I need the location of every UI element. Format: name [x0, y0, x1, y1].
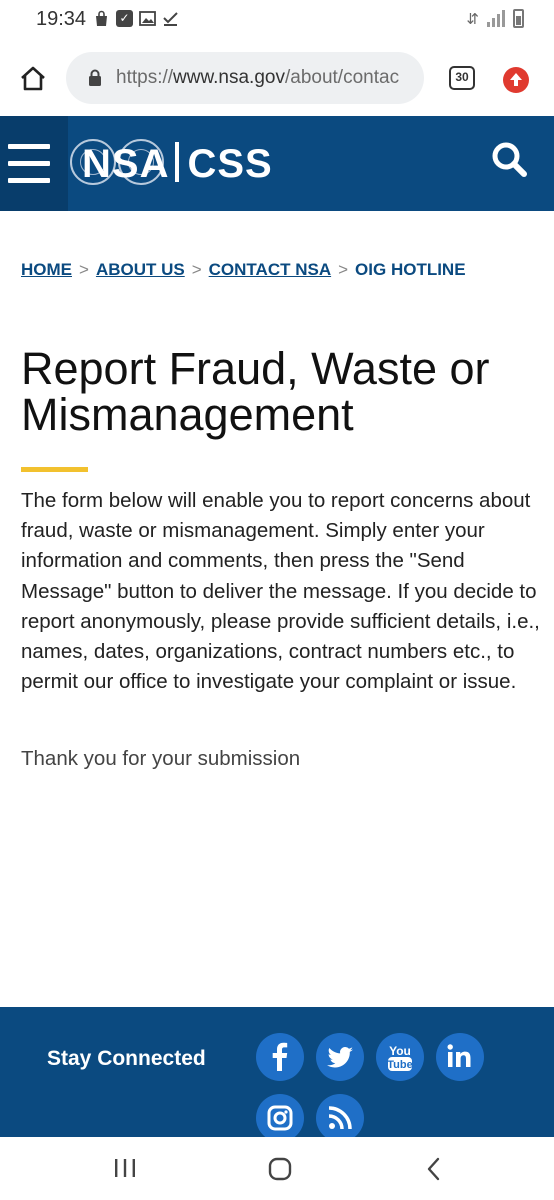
recent-apps-icon	[115, 1159, 135, 1177]
update-button[interactable]	[503, 67, 529, 93]
home-outline-icon	[21, 66, 45, 91]
chevron-right-icon: >	[79, 260, 89, 279]
lock-icon	[89, 69, 101, 86]
breadcrumb-about-us[interactable]: ABOUT US	[96, 260, 185, 279]
linkedin-button[interactable]	[436, 1033, 484, 1081]
svg-text:You: You	[389, 1044, 411, 1058]
facebook-button[interactable]	[256, 1033, 304, 1081]
system-home-button[interactable]	[267, 1156, 293, 1182]
battery-icon	[513, 9, 524, 28]
url-field[interactable]: https://www.nsa.gov/about/contac	[66, 52, 424, 104]
recent-apps-button[interactable]	[112, 1157, 138, 1179]
intro-paragraph: The form below will enable you to report…	[21, 489, 540, 694]
page-title: Report Fraud, Waste or Mismanagement	[21, 343, 490, 440]
breadcrumb-contact-nsa[interactable]: CONTACT NSA	[209, 260, 331, 279]
rss-button[interactable]	[316, 1094, 364, 1142]
browser-toolbar: https://www.nsa.gov/about/contac 30	[0, 40, 554, 116]
site-header: NSA CSS	[0, 116, 554, 211]
browser-home-button[interactable]	[18, 64, 48, 94]
menu-button[interactable]	[0, 116, 68, 211]
system-nav-bar	[0, 1137, 554, 1200]
tab-switcher-button[interactable]: 30	[449, 66, 475, 90]
chevron-right-icon: >	[191, 260, 202, 279]
instagram-button[interactable]	[256, 1094, 304, 1142]
site-search-button[interactable]	[490, 140, 530, 180]
twitter-button[interactable]	[316, 1033, 364, 1081]
instagram-icon	[267, 1105, 293, 1131]
title-accent-bar	[21, 467, 88, 472]
search-icon	[492, 142, 527, 177]
image-icon	[139, 10, 156, 27]
site-logo[interactable]: NSA CSS	[82, 142, 273, 186]
back-button[interactable]	[424, 1156, 444, 1182]
svg-text:Tube: Tube	[387, 1059, 412, 1071]
breadcrumb-current: OIG HOTLINE	[355, 260, 466, 279]
status-time: 19:34	[36, 8, 87, 30]
bag-icon	[93, 10, 110, 27]
youtube-icon: You Tube	[387, 1044, 413, 1071]
chevron-right-icon: >	[338, 260, 349, 279]
stay-connected-label: Stay Connected	[47, 1047, 206, 1070]
checkbox-icon: ✓	[116, 10, 133, 27]
thank-you-message: Thank you for your submission	[21, 747, 301, 770]
rss-icon	[328, 1106, 352, 1130]
linkedin-icon	[447, 1044, 471, 1067]
site-footer: Stay Connected You Tube	[0, 1007, 554, 1142]
download-done-icon	[162, 10, 179, 27]
arrow-up-icon	[510, 73, 522, 86]
facebook-icon	[272, 1042, 288, 1071]
youtube-button[interactable]: You Tube	[376, 1033, 424, 1081]
back-icon	[427, 1157, 440, 1181]
signal-icon	[487, 10, 505, 27]
home-icon	[268, 1157, 292, 1181]
url-text: https://www.nsa.gov/about/contac	[116, 67, 400, 88]
status-bar: 19:34 ✓ ⇵	[0, 0, 554, 40]
twitter-icon	[327, 1047, 353, 1068]
breadcrumb-home[interactable]: HOME	[21, 260, 72, 279]
breadcrumb: HOME > ABOUT US > CONTACT NSA > OIG HOTLINE	[21, 260, 466, 280]
data-transfer-icon: ⇵	[466, 10, 479, 28]
